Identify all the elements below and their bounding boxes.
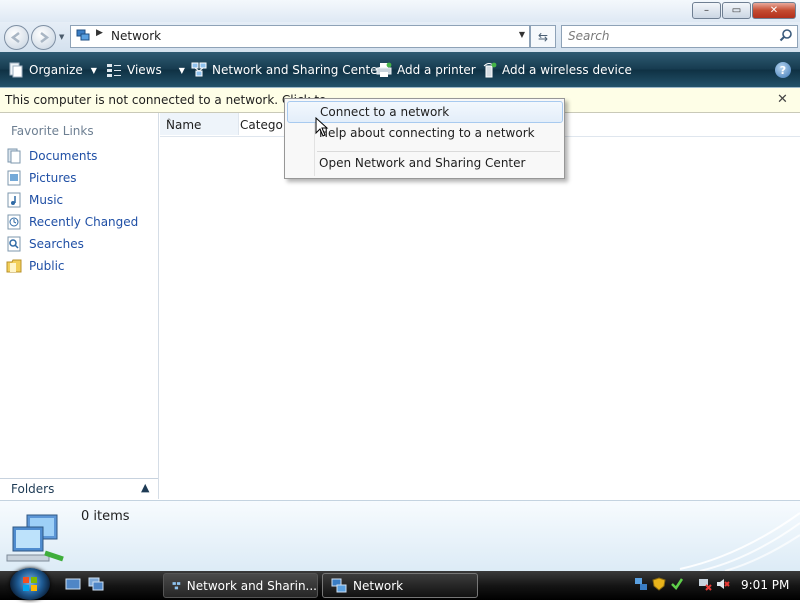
security-shield-icon[interactable] (652, 577, 666, 591)
help-icon: ? (779, 63, 787, 77)
sidebar-item-label: Public (29, 259, 65, 273)
information-bar-text[interactable]: This computer is not connected to a netw… (5, 93, 326, 107)
sidebar-item-music[interactable]: Music (6, 192, 63, 208)
network-tray-icon[interactable] (634, 577, 648, 591)
close-icon[interactable]: ✕ (777, 92, 788, 107)
details-decoration (679, 512, 800, 571)
back-arrow-icon (10, 32, 20, 43)
views-dropdown-icon: ▼ (178, 65, 185, 75)
search-placeholder: Search (568, 29, 610, 43)
organize-label: Organize (29, 63, 83, 77)
refresh-icon: ⇆ (537, 29, 549, 44)
network-computers-icon (6, 514, 64, 562)
sidebar-item-label: Pictures (29, 171, 77, 185)
network-sharing-center-button[interactable]: Network and Sharing Center (191, 62, 383, 78)
favorite-links-title: Favorite Links (11, 124, 94, 138)
navigation-pane: Favorite Links Documents Pictures Music … (0, 113, 159, 499)
add-printer-label: Add a printer (397, 63, 476, 77)
switch-windows-icon[interactable] (88, 576, 104, 592)
documents-icon (7, 148, 21, 164)
taskbar-button-network[interactable]: Network (322, 573, 478, 598)
sidebar-item-label: Searches (29, 237, 84, 251)
organize-dropdown-icon: ▼ (90, 65, 97, 75)
checkmark-icon[interactable] (670, 577, 684, 591)
column-name[interactable]: ^ Name (160, 113, 239, 135)
address-dropdown-icon[interactable]: ▼ (519, 30, 525, 39)
clock[interactable]: 9:01 PM (741, 578, 789, 592)
searches-icon (7, 236, 21, 252)
wireless-device-icon (483, 62, 497, 78)
printer-icon (376, 62, 392, 77)
column-name-label: Name (166, 118, 202, 132)
views-label: Views (127, 63, 162, 77)
sidebar-item-public[interactable]: Public (6, 258, 65, 274)
network-icon (76, 29, 90, 41)
music-icon (7, 192, 21, 208)
sidebar-item-recently-changed[interactable]: Recently Changed (6, 214, 138, 230)
taskbar-button-network-sharing[interactable]: Network and Sharin... (163, 573, 318, 598)
folders-toggle[interactable]: Folders ▲ (0, 478, 158, 500)
network-sharing-icon (191, 62, 207, 77)
chevron-up-icon: ▲ (141, 481, 150, 494)
sidebar-item-label: Music (29, 193, 64, 207)
pictures-icon (7, 170, 21, 186)
sidebar-item-documents[interactable]: Documents (6, 148, 97, 164)
details-pane: 0 items (0, 500, 800, 572)
back-button[interactable] (4, 25, 29, 50)
sidebar-item-label: Documents (29, 149, 98, 163)
network-icon (331, 578, 347, 592)
network-sharing-label: Network and Sharing Center (212, 63, 383, 77)
search-input[interactable]: Search (561, 25, 798, 48)
refresh-button[interactable]: ⇆ (530, 25, 556, 48)
start-button[interactable] (10, 568, 50, 600)
minimize-button[interactable]: – (692, 2, 721, 19)
close-button[interactable]: ✕ (752, 2, 796, 19)
help-button[interactable]: ? (775, 62, 791, 78)
taskbar-button-label: Network and Sharin... (186, 578, 317, 593)
menu-item-label: Connect to a network (320, 105, 450, 119)
taskbar-button-label: Network (353, 578, 404, 593)
search-icon[interactable] (779, 28, 793, 42)
sidebar-item-searches[interactable]: Searches (6, 236, 84, 252)
sidebar-item-pictures[interactable]: Pictures (6, 170, 77, 186)
add-wireless-label: Add a wireless device (502, 63, 632, 77)
address-bar[interactable]: ▶ Network ▼ (70, 25, 530, 48)
add-wireless-device-button[interactable]: Add a wireless device (481, 62, 632, 78)
forward-button[interactable] (31, 25, 56, 50)
mouse-cursor-icon (315, 117, 329, 137)
recently-changed-icon (7, 214, 21, 230)
menu-item-label: Help about connecting to a network (319, 126, 535, 140)
views-button[interactable]: Views ▼ (106, 62, 185, 78)
window-caption-buttons: – ▭ ✕ (692, 2, 796, 19)
menu-item-label: Open Network and Sharing Center (319, 156, 526, 170)
show-desktop-icon[interactable] (65, 576, 81, 592)
menu-separator (317, 151, 560, 152)
network-disconnected-icon[interactable] (698, 577, 712, 591)
address-text: Network (111, 29, 162, 43)
sidebar-item-label: Recently Changed (29, 215, 139, 229)
recent-pages-dropdown[interactable]: ▼ (59, 33, 64, 41)
column-category-label[interactable]: Catego (240, 118, 283, 132)
forward-arrow-icon (40, 32, 50, 43)
menu-item-open-sharing-center[interactable]: Open Network and Sharing Center (287, 153, 561, 173)
context-menu: Connect to a network Help about connecti… (284, 98, 565, 179)
organize-button[interactable]: Organize ▼ (8, 62, 97, 78)
title-bar (0, 0, 800, 22)
item-count: 0 items (81, 509, 130, 524)
maximize-button[interactable]: ▭ (722, 2, 751, 19)
network-sharing-icon (172, 581, 181, 589)
public-folder-icon (6, 259, 22, 273)
folders-label: Folders (11, 482, 55, 496)
add-printer-button[interactable]: Add a printer (376, 62, 476, 78)
breadcrumb-separator-icon[interactable]: ▶ (96, 28, 103, 38)
volume-muted-icon[interactable] (716, 577, 730, 591)
organize-icon (9, 62, 23, 78)
windows-logo-icon (23, 577, 37, 591)
views-icon (107, 64, 121, 77)
